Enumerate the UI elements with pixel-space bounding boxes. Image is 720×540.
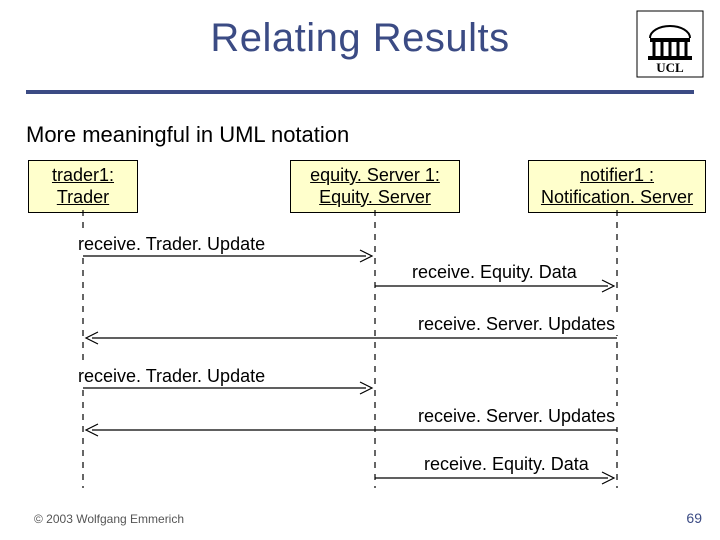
svg-text:UCL: UCL	[656, 60, 684, 75]
msg-receive-trader-update-2: receive. Trader. Update	[74, 366, 269, 387]
msg-receive-server-updates-2: receive. Server. Updates	[414, 406, 619, 427]
uml-sequence-diagram: trader1:Trader equity. Server 1:Equity. …	[0, 158, 720, 518]
footer-page-number: 69	[686, 510, 702, 526]
msg-receive-server-updates-1: receive. Server. Updates	[414, 314, 619, 335]
msg-receive-trader-update-1: receive. Trader. Update	[74, 234, 269, 255]
footer-copyright: © 2003 Wolfgang Emmerich	[34, 512, 184, 526]
subtitle: More meaningful in UML notation	[26, 122, 349, 148]
ucl-logo: UCL	[636, 10, 704, 78]
title-rule	[26, 90, 694, 94]
msg-receive-equity-data-1: receive. Equity. Data	[408, 262, 581, 283]
page-title: Relating Results	[0, 16, 720, 61]
msg-receive-equity-data-2: receive. Equity. Data	[420, 454, 593, 475]
slide: Relating Results UCL More meaningful in …	[0, 0, 720, 540]
